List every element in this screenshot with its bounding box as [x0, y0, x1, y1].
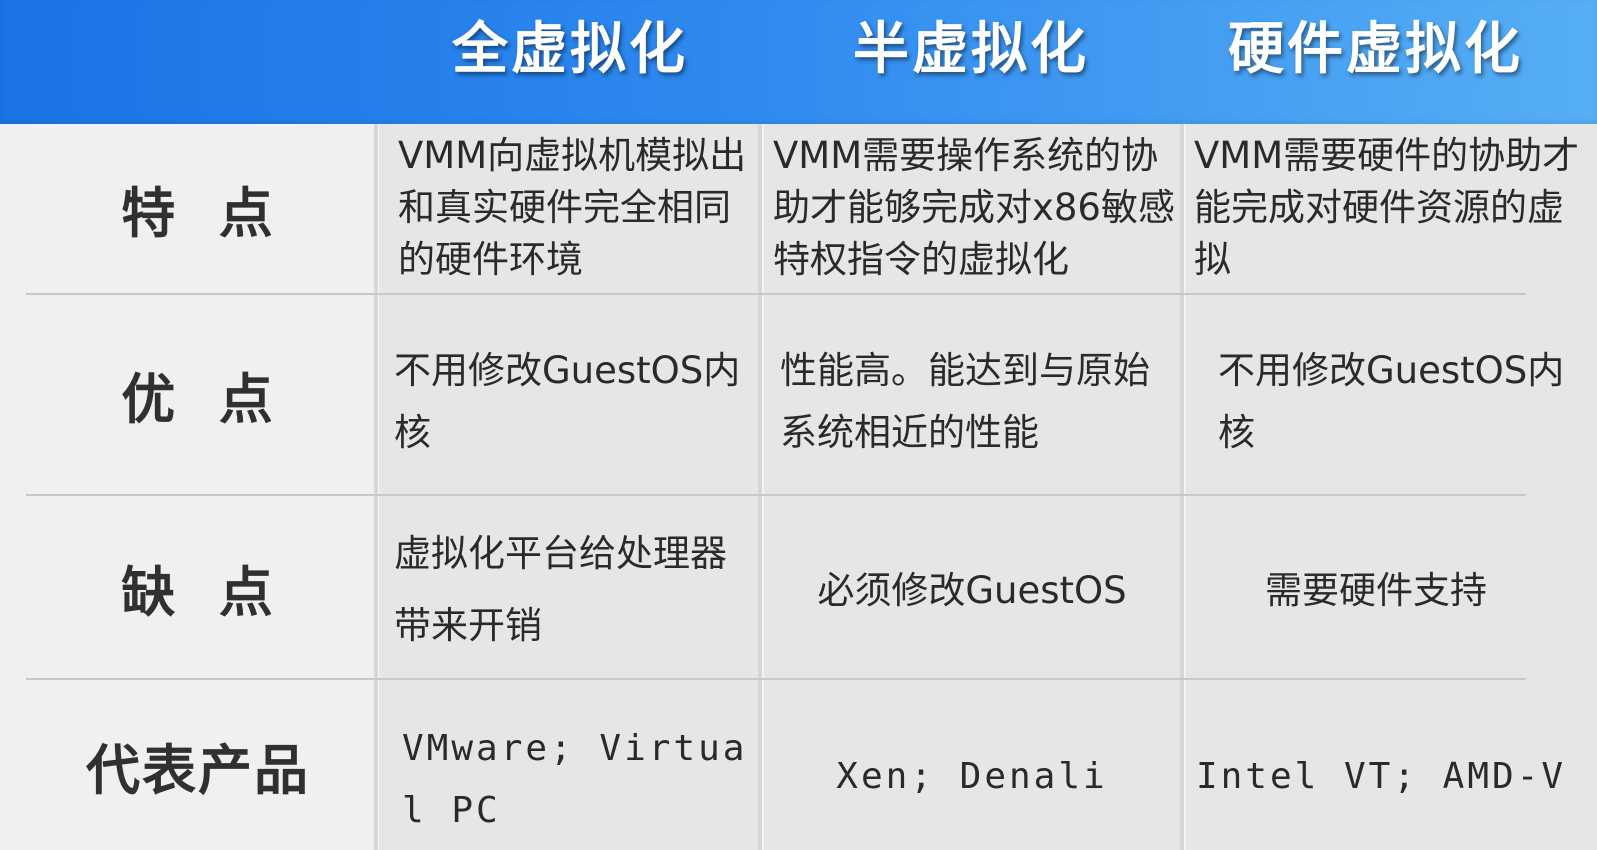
- table-cell-disadvantages-full: 虚拟化平台给处理器带来开销: [394, 532, 727, 647]
- table-cell-features-para: VMM需要操作系统的协助才能够完成对x86敏感特权指令的虚拟化: [773, 134, 1175, 281]
- table-cell-features-full: VMM向虚拟机模拟出和真实硬件完全相同的硬件环境: [398, 134, 747, 281]
- row-label-features: 特 点: [121, 182, 275, 245]
- table-cell-disadvantages-para: 必须修改GuestOS: [817, 569, 1127, 612]
- row-label-disadvantages: 缺 点: [121, 560, 275, 624]
- table-cell-advantages-hardware: 不用修改GuestOS内核: [1218, 349, 1565, 454]
- table-cell-products-full: VMware; Virtual PC: [402, 728, 748, 831]
- column-divider: [758, 124, 762, 850]
- column-header-para-virtualization: 半虚拟化: [853, 17, 1089, 82]
- table-cell-advantages-para: 性能高。能达到与原始系统相近的性能: [780, 349, 1150, 454]
- column-header-hardware-virtualization: 硬件虚拟化: [1228, 17, 1523, 82]
- table-cell-products-hardware: Intel VT; AMD-V: [1195, 755, 1567, 797]
- row-label-advantages: 优 点: [121, 368, 275, 431]
- column-divider: [1180, 124, 1184, 850]
- table-cell-products-para: Xen; Denali: [836, 755, 1108, 797]
- table-cell-advantages-full: 不用修改GuestOS内核: [394, 349, 741, 454]
- comparison-slide: 全虚拟化 半虚拟化 硬件虚拟化 特 点 优 点 缺 点 代表产品 VMM向虚拟机…: [0, 0, 1597, 850]
- row-label-products: 代表产品: [86, 738, 310, 802]
- column-header-full-virtualization: 全虚拟化: [452, 17, 688, 82]
- table-cell-disadvantages-hardware: 需要硬件支持: [1265, 569, 1487, 612]
- header-bar: 全虚拟化 半虚拟化 硬件虚拟化: [0, 0, 1597, 124]
- table-cell-features-hardware: VMM需要硬件的协助才能完成对硬件资源的虚拟: [1194, 134, 1580, 281]
